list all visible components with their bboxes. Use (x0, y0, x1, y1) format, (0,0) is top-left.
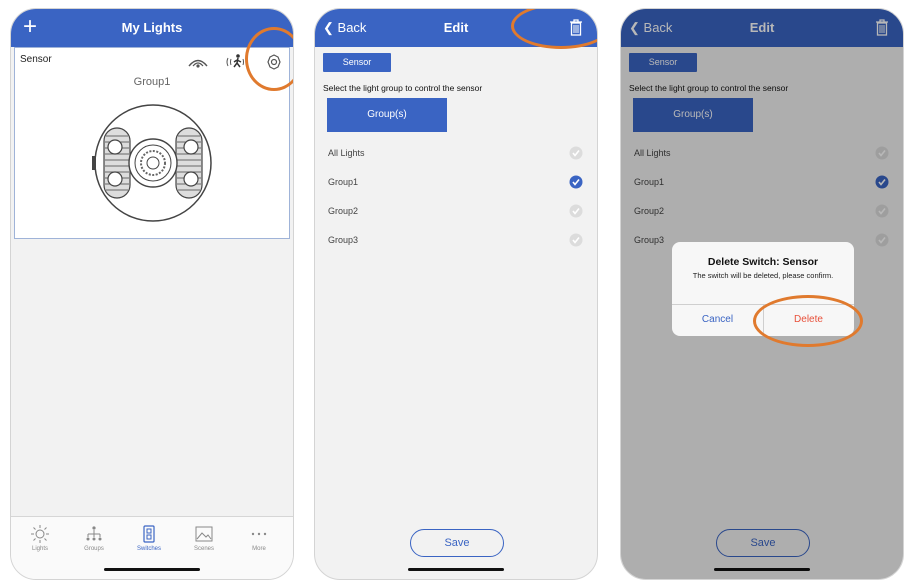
sun-icon (31, 525, 49, 543)
phone-edit: ❮ Back Edit Sensor Select the light grou… (314, 8, 598, 580)
tab-switches[interactable]: Switches (129, 525, 169, 552)
groups-button[interactable]: Group(s) (327, 98, 447, 132)
list-item-label: Group1 (328, 177, 359, 187)
eye-sensor-icon[interactable] (187, 53, 209, 71)
dialog-message: The switch will be deleted, please confi… (692, 271, 834, 280)
save-button[interactable]: Save (410, 529, 504, 557)
tab-more-label: More (252, 546, 266, 552)
phone-delete-confirm: ❮ Back Edit Sensor Select the light grou… (620, 8, 904, 580)
tab-lights-label: Lights (31, 546, 48, 552)
list-item[interactable]: All Lights (315, 139, 597, 168)
dialog-title: Delete Switch: Sensor (707, 256, 819, 268)
home-indicator (104, 568, 200, 571)
tab-groups[interactable]: Groups (74, 525, 114, 552)
list-item[interactable]: Group2 (315, 197, 597, 226)
list-item[interactable]: Group1 (315, 168, 597, 197)
tab-groups-label: Groups (84, 546, 104, 552)
image-icon (195, 526, 213, 542)
check-selected-icon (569, 175, 583, 189)
hierarchy-icon (86, 526, 102, 541)
list-item-label: Group2 (328, 206, 359, 216)
page-title: My Lights (121, 20, 183, 35)
motion-icon[interactable] (225, 53, 247, 71)
tab-switches-label: Switches (136, 546, 161, 552)
group-list: All Lights Group1 Group2 Group3 (315, 139, 597, 255)
list-item-label: Group3 (328, 235, 359, 245)
sensor-name: Sensor (20, 54, 52, 65)
sensor-group-label: Group1 (133, 76, 171, 88)
check-icon (569, 233, 583, 247)
list-item-label: All Lights (328, 148, 365, 158)
tab-more[interactable]: More (239, 525, 279, 552)
cancel-button[interactable]: Cancel (672, 314, 763, 325)
check-icon (569, 146, 583, 160)
home-indicator (408, 568, 504, 571)
instruction-text: Select the light group to control the se… (323, 83, 483, 93)
sensor-tag: Sensor (323, 53, 391, 72)
switch-icon (143, 525, 155, 543)
settings-highlight (245, 27, 293, 91)
check-icon (569, 204, 583, 218)
tab-bar: Lights Groups Switches Scenes More (11, 516, 293, 579)
list-item[interactable]: Group3 (315, 226, 597, 255)
delete-highlight (753, 295, 863, 347)
tab-lights[interactable]: Lights (20, 525, 60, 552)
tab-scenes[interactable]: Scenes (184, 525, 224, 552)
tab-scenes-label: Scenes (193, 546, 214, 552)
more-icon (251, 532, 267, 536)
phone-my-lights: + My Lights Sensor Group1 Lights Groups … (10, 8, 294, 580)
sensor-device-image (92, 104, 212, 222)
